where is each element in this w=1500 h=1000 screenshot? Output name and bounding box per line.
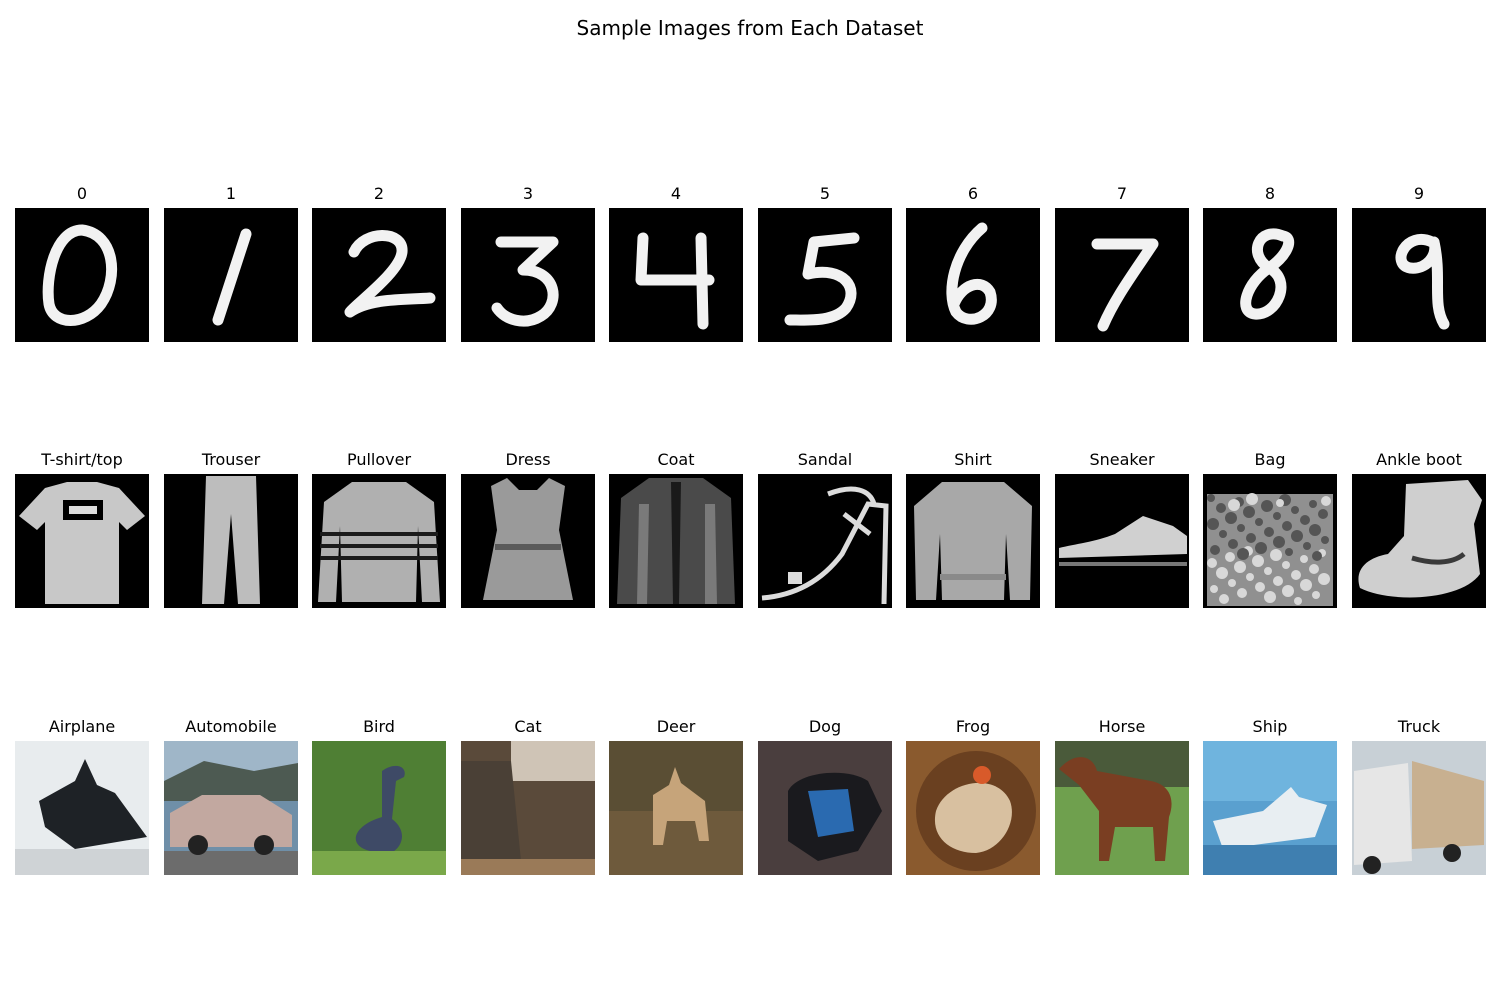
- sample-label: Truck: [1397, 717, 1441, 736]
- ankle-boot-icon: [1352, 474, 1486, 608]
- sneaker-icon: [1055, 474, 1189, 608]
- tshirt-icon: [15, 474, 149, 608]
- digit-1-image: [164, 208, 298, 342]
- sandal-icon: [758, 474, 892, 608]
- sample-label: 2: [373, 184, 385, 203]
- sample-label: Bag: [1254, 450, 1286, 469]
- sample-label: Ankle boot: [1376, 450, 1462, 469]
- digit-4-image: [609, 208, 743, 342]
- dog-photo: [758, 741, 892, 875]
- horse-photo: [1055, 741, 1189, 875]
- figure-title: Sample Images from Each Dataset: [576, 16, 924, 40]
- digit-0-image: [15, 208, 149, 342]
- sample-label: 9: [1413, 184, 1425, 203]
- dress-icon: [461, 474, 595, 608]
- truck-photo: [1352, 741, 1486, 875]
- bird-photo: [312, 741, 446, 875]
- sample-label: Deer: [656, 717, 696, 736]
- automobile-photo: [164, 741, 298, 875]
- sample-label: 4: [670, 184, 682, 203]
- digit-5-image: [758, 208, 892, 342]
- sample-label: Pullover: [346, 450, 412, 469]
- ship-photo: [1203, 741, 1337, 875]
- bag-icon: [1203, 474, 1337, 608]
- sample-label: 8: [1264, 184, 1276, 203]
- pullover-icon: [312, 474, 446, 608]
- digit-7-image: [1055, 208, 1189, 342]
- sample-label: Shirt: [954, 450, 992, 469]
- sample-label: Bird: [363, 717, 395, 736]
- frog-photo: [906, 741, 1040, 875]
- digit-8-image: [1203, 208, 1337, 342]
- cat-photo: [461, 741, 595, 875]
- sample-label: Coat: [657, 450, 695, 469]
- sample-label: Ship: [1252, 717, 1288, 736]
- trouser-icon: [164, 474, 298, 608]
- digit-2-image: [312, 208, 446, 342]
- sample-label: 6: [967, 184, 979, 203]
- deer-photo: [609, 741, 743, 875]
- sample-label: Frog: [955, 717, 991, 736]
- airplane-photo: [15, 741, 149, 875]
- digit-9-image: [1352, 208, 1486, 342]
- digit-3-image: [461, 208, 595, 342]
- digit-6-image: [906, 208, 1040, 342]
- coat-icon: [609, 474, 743, 608]
- shirt-icon: [906, 474, 1040, 608]
